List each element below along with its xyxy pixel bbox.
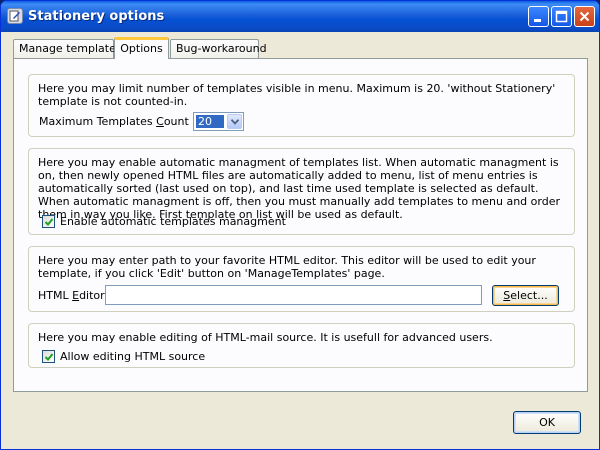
close-icon [579,11,590,22]
html-source-description: Here you may enable editing of HTML-mail… [38,331,493,344]
ok-button[interactable]: OK [513,411,581,434]
window-title: Stationery options [28,9,165,24]
enable-auto-manage-checkbox[interactable] [42,215,55,228]
templates-count-description: Here you may limit number of templates v… [38,82,556,108]
label-part: HTML [38,289,73,302]
auto-manage-description: Here you may enable automatic managment … [38,156,560,221]
select-editor-button[interactable]: Select... [492,285,559,306]
label-hotkey: C [156,115,164,128]
maximize-icon [555,10,568,23]
html-editor-description: Here you may enter path to your favorite… [38,254,536,280]
stationery-options-dialog: Stationery options Manage templates Opti… [0,0,600,450]
allow-html-source-checkbox[interactable] [42,350,55,363]
maximize-button[interactable] [551,6,572,27]
auto-manage-group: Here you may enable automatic managment … [28,148,575,235]
stationery-app-icon[interactable] [7,8,23,24]
close-button[interactable] [574,6,595,27]
allow-html-source-label[interactable]: Allow editing HTML source [60,350,205,363]
minimize-icon [534,19,541,22]
label-part: Maximum Templates [39,115,157,128]
checkmark-icon [44,218,54,226]
max-templates-count-label: Maximum Templates Count [39,115,189,128]
html-source-group: Here you may enable editing of HTML-mail… [28,323,575,368]
label-part: ditor [79,289,105,302]
chevron-down-icon [231,119,239,125]
max-templates-count-select[interactable]: 20 [193,112,244,131]
combo-dropdown-button[interactable] [227,114,242,129]
tab-manage-templates[interactable]: Manage templates [13,39,122,58]
tab-options[interactable]: Options [114,37,169,59]
max-templates-count-value: 20 [196,115,224,128]
templates-count-group: Here you may limit number of templates v… [28,74,575,137]
minimize-button[interactable] [528,6,549,27]
title-bar[interactable]: Stationery options [1,1,599,32]
label-part: ount [163,115,189,128]
button-label: elect... [510,289,548,302]
tab-bug-workaround[interactable]: Bug-workaround [170,39,267,58]
html-editor-label: HTML Editor [38,289,105,302]
html-editor-group: Here you may enter path to your favorite… [28,246,575,312]
options-panel: Here you may limit number of templates v… [13,58,588,392]
checkmark-icon [44,353,54,361]
html-editor-input[interactable] [105,285,482,305]
enable-auto-manage-label[interactable]: Enable automatic templates managment [60,215,286,228]
